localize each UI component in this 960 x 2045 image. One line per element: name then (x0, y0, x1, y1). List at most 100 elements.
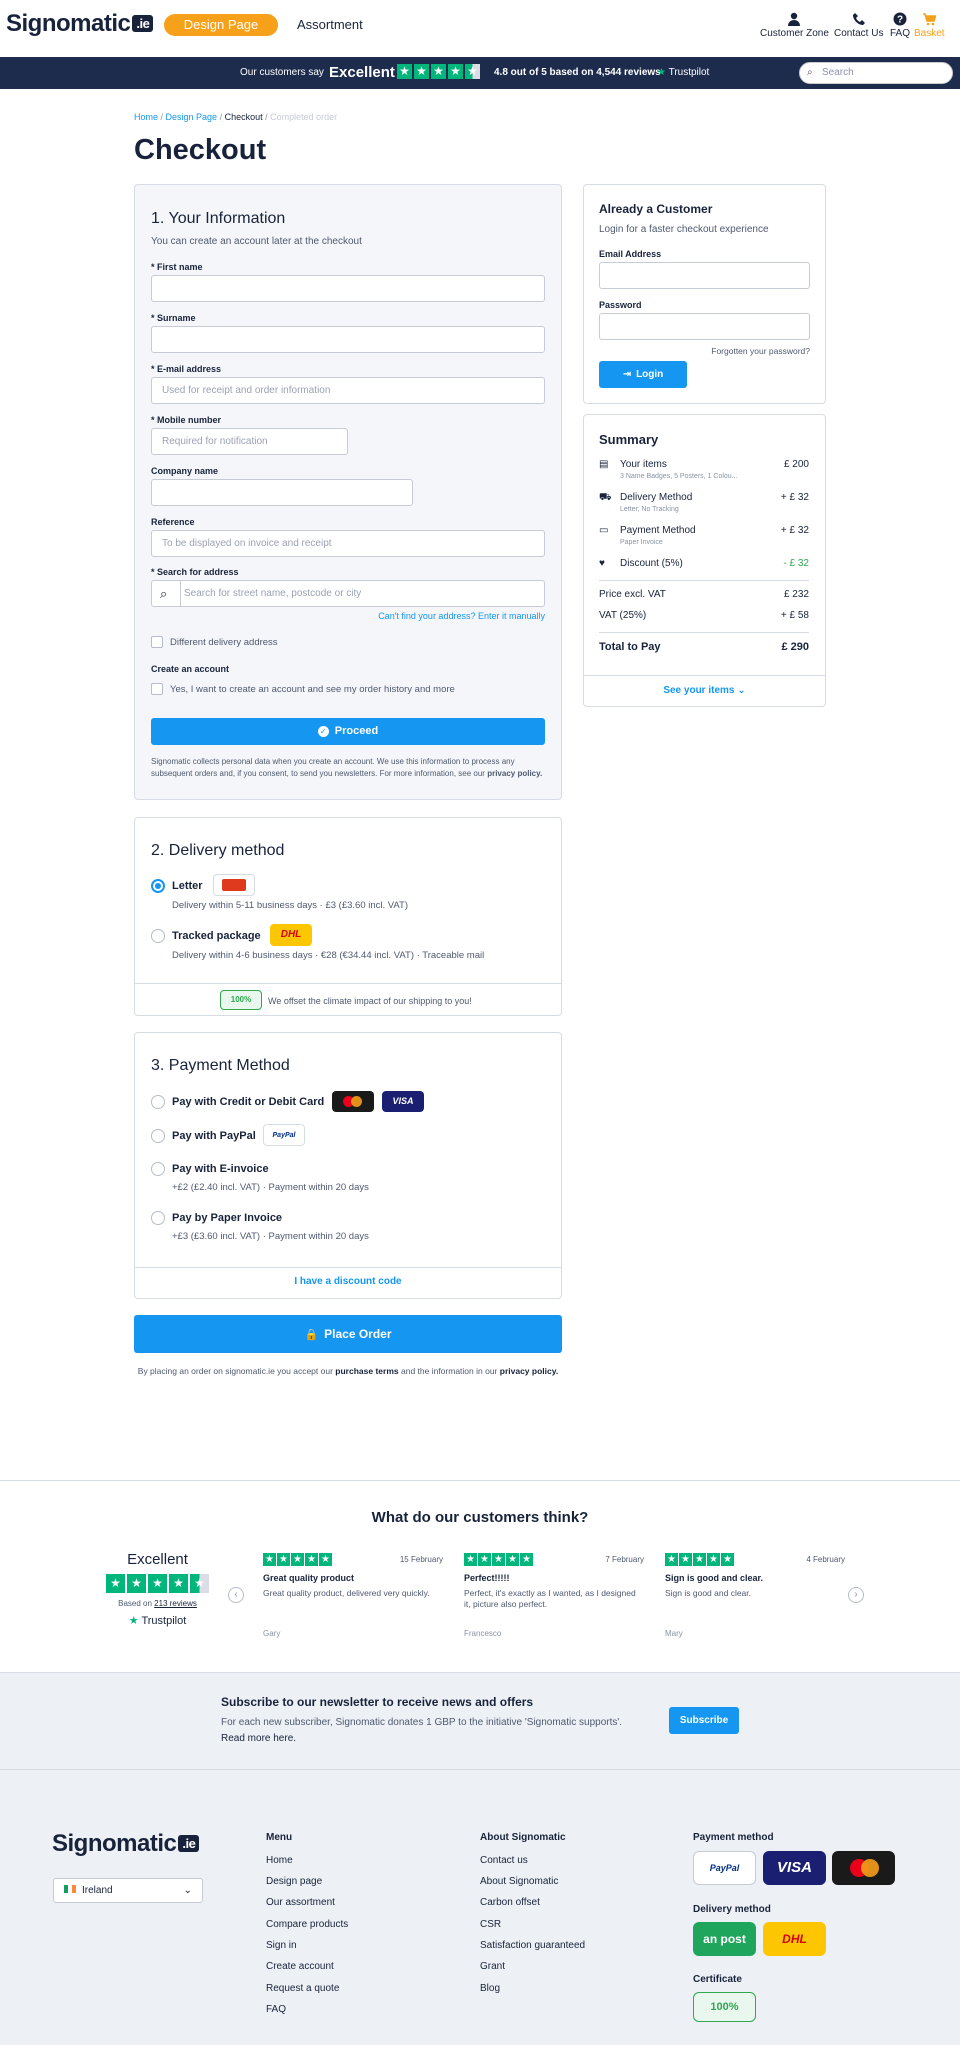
information-subtitle: You can create an account later at the c… (151, 236, 362, 247)
manual-address-link[interactable]: Can't find your address? Enter it manual… (378, 611, 545, 621)
see-items-label: See your items (663, 685, 735, 696)
purchase-terms-link[interactable]: purchase terms (335, 1366, 398, 1376)
divider (599, 632, 809, 633)
country-label: Ireland (82, 1885, 113, 1896)
trustpilot-logo[interactable]: ★ Trustpilot (657, 67, 709, 78)
discount-code-link[interactable]: I have a discount code (135, 1276, 561, 1287)
climate-certificate-badge: 100% (693, 1992, 756, 2022)
summary-item-label: Payment Method (620, 525, 696, 536)
footer-link-home[interactable]: Home (266, 1855, 293, 1866)
site-logo[interactable]: Signomatic .ie (6, 10, 154, 38)
paypal-radio[interactable] (151, 1129, 165, 1143)
create-account-checkbox[interactable] (151, 683, 163, 695)
footer-link-create-account[interactable]: Create account (266, 1961, 334, 1972)
summary-item-sub: Letter, No Tracking (620, 506, 679, 513)
trustpilot-logo[interactable]: ★ Trustpilot (100, 1614, 215, 1627)
card-radio[interactable] (151, 1095, 165, 1109)
company-field[interactable] (151, 479, 413, 506)
breadcrumb-home[interactable]: Home (134, 112, 158, 122)
first-name-field[interactable] (151, 275, 545, 302)
search-input[interactable]: ⌕ Search (799, 62, 953, 84)
visa-logo: VISA (382, 1091, 424, 1112)
login-email-field[interactable] (599, 262, 810, 289)
star-icon: ★ (448, 64, 463, 79)
different-delivery-label: Different delivery address (170, 637, 278, 648)
place-order-label: Place Order (324, 1327, 392, 1341)
design-page-button[interactable]: Design Page (164, 14, 278, 36)
footer-link-assortment[interactable]: Our assortment (266, 1897, 335, 1908)
footer-link-csr[interactable]: CSR (480, 1919, 501, 1930)
surname-field[interactable] (151, 326, 545, 353)
footer-link-design-page[interactable]: Design page (266, 1876, 322, 1887)
footer-logo[interactable]: Signomatic .ie (52, 1830, 200, 1858)
login-title: Already a Customer (599, 202, 713, 216)
login-icon: ⇥ (622, 369, 632, 380)
footer-link-faq[interactable]: FAQ (266, 2004, 286, 2015)
address-search-field[interactable]: ⌕ Search for street name, postcode or ci… (151, 580, 545, 607)
vat-label: VAT (25%) (599, 610, 647, 621)
review-date: 4 February (806, 1555, 845, 1564)
footer-link-grant[interactable]: Grant (480, 1961, 505, 1972)
place-order-button[interactable]: 🔒 Place Order (134, 1315, 562, 1353)
mobile-label: * Mobile number (151, 415, 222, 425)
contact-us-link[interactable]: Contact Us (834, 12, 883, 39)
letter-label: Letter (172, 880, 203, 892)
email-label: * E-mail address (151, 364, 222, 374)
site-footer: Signomatic .ie Ireland ⌄ Menu Home Design… (0, 1770, 960, 2045)
star-icon: ★ (431, 64, 446, 79)
reviews-section: What do our customers think? Excellent ★… (0, 1480, 960, 1672)
footer-link-carbon[interactable]: Carbon offset (480, 1897, 540, 1908)
information-title: 1. Your Information (151, 210, 286, 227)
mobile-field[interactable]: Required for notification (151, 428, 348, 455)
paypal-logo: PayPal (693, 1851, 756, 1885)
different-delivery-checkbox[interactable] (151, 636, 163, 648)
faq-link[interactable]: ? FAQ (890, 12, 910, 39)
royal-mail-logo (213, 874, 255, 896)
country-select[interactable]: Ireland ⌄ (53, 1878, 203, 1903)
letter-radio[interactable] (151, 879, 165, 893)
basket-link[interactable]: Basket (914, 12, 945, 39)
newsletter-body: For each new subscriber, Signomatic dona… (221, 1717, 623, 1728)
footer-link-compare[interactable]: Compare products (266, 1919, 348, 1930)
chevron-left-icon[interactable]: ‹ (228, 1587, 244, 1603)
breadcrumb-design-page[interactable]: Design Page (166, 112, 218, 122)
login-button[interactable]: ⇥ Login (599, 361, 687, 388)
privacy-policy-link[interactable]: privacy policy. (487, 769, 542, 778)
paper-invoice-radio[interactable] (151, 1211, 165, 1225)
breadcrumb-completed: Completed order (270, 112, 338, 122)
chevron-right-icon[interactable]: › (848, 1587, 864, 1603)
payment-method-heading: Payment method (693, 1832, 774, 1843)
subscribe-button[interactable]: Subscribe (669, 1707, 739, 1734)
company-label: Company name (151, 466, 219, 476)
footer-link-blog[interactable]: Blog (480, 1983, 500, 1994)
customer-zone-link[interactable]: Customer Zone (760, 12, 829, 39)
footer-link-quote[interactable]: Request a quote (266, 1983, 339, 1994)
forgot-password-link[interactable]: Forgotten your password? (711, 346, 810, 356)
login-password-field[interactable] (599, 313, 810, 340)
mastercard-logo (832, 1851, 895, 1885)
footer-link-sign-in[interactable]: Sign in (266, 1940, 297, 1951)
reference-field[interactable]: To be displayed on invoice and receipt (151, 530, 545, 557)
lock-icon: 🔒 (304, 1329, 319, 1341)
proceed-button[interactable]: ✓ Proceed (151, 718, 545, 745)
see-items-link[interactable]: See your items ⌄ (584, 685, 825, 696)
email-field[interactable]: Used for receipt and order information (151, 377, 545, 404)
create-account-heading: Create an account (151, 664, 230, 674)
footer-link-satisfaction[interactable]: Satisfaction guaranteed (480, 1940, 585, 1951)
privacy-notice: Signomatic collects personal data when y… (151, 756, 551, 780)
privacy-policy-link[interactable]: privacy policy. (500, 1366, 558, 1376)
half-star-icon: ★ (190, 1574, 209, 1593)
assortment-link[interactable]: Assortment (297, 17, 363, 32)
summary-item-value: + £ 32 (780, 525, 809, 536)
footer-link-about[interactable]: About Signomatic (480, 1876, 558, 1887)
review-count-link[interactable]: 213 reviews (154, 1599, 197, 1608)
footer-link-contact[interactable]: Contact us (480, 1855, 528, 1866)
read-more-link[interactable]: Read more here. (221, 1733, 296, 1744)
tracked-package-radio[interactable] (151, 929, 165, 943)
trustpilot-label: Trustpilot (668, 67, 710, 78)
climate-badge: 100% (220, 990, 262, 1010)
einvoice-radio[interactable] (151, 1162, 165, 1176)
trustpilot-summary: Excellent ★ ★ ★ ★ ★ Based on 213 reviews ★ T… (100, 1551, 215, 1627)
chevron-down-icon: ⌄ (183, 1885, 192, 1896)
summary-item-label: Discount (5%) (620, 558, 683, 569)
